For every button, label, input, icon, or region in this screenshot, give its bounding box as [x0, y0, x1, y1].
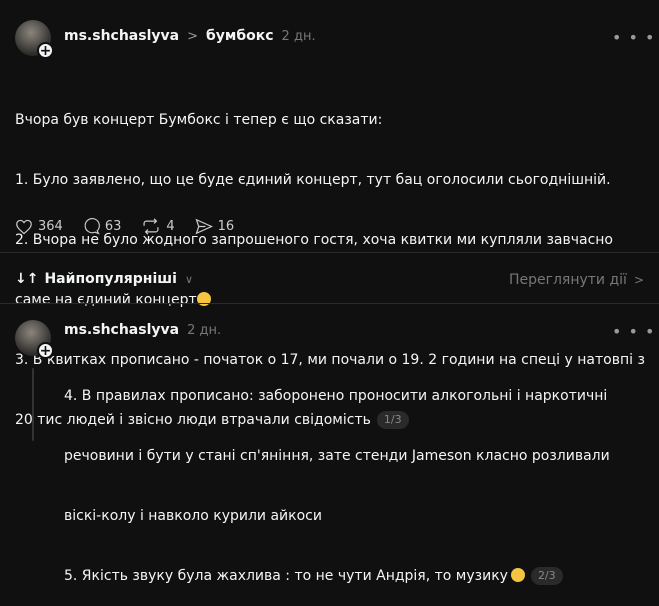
- reply-avatar[interactable]: +: [15, 320, 54, 359]
- chevron-down-icon: ∨: [184, 272, 193, 286]
- likes-count: 364: [38, 219, 63, 234]
- reply-line: 5. Якість звуку була жахлива : то не чут…: [64, 568, 508, 584]
- sort-dropdown[interactable]: ↓↑ Найпопулярніші ∨: [15, 271, 193, 287]
- comments-count: 63: [104, 219, 122, 234]
- repost-icon: [143, 218, 159, 235]
- divider: [0, 252, 659, 253]
- post-line: Вчора був концерт Бумбокс і тепер є що с…: [15, 112, 383, 128]
- heart-icon: [16, 219, 32, 234]
- repost-button[interactable]: 4: [141, 218, 175, 235]
- post-time: 2 дн.: [281, 29, 316, 44]
- reply-text: 4. В правилах прописано: заборонено прон…: [64, 346, 649, 606]
- reply-pager: 2/3: [530, 567, 563, 585]
- view-activity-label: Переглянути дії: [508, 272, 627, 288]
- avatar[interactable]: +: [15, 20, 54, 59]
- share-button[interactable]: 16: [195, 218, 235, 235]
- follow-plus-icon[interactable]: +: [37, 42, 54, 59]
- disappointed-emoji-icon: [510, 568, 525, 582]
- view-activity-link[interactable]: Переглянути дії >: [509, 272, 644, 288]
- more-icon[interactable]: • • •: [612, 28, 655, 47]
- sort-arrows-icon: ↓↑: [15, 271, 39, 287]
- reply-username[interactable]: ms.shchaslyva: [64, 322, 179, 338]
- reply-header: ms.shchaslyva 2 дн.: [64, 322, 221, 338]
- reply-line: 4. В правилах прописано: заборонено прон…: [64, 388, 608, 404]
- divider: [0, 303, 659, 304]
- chevron-right-icon: >: [187, 29, 198, 44]
- more-icon[interactable]: • • •: [612, 322, 655, 341]
- action-bar: 364 63 4 16: [15, 218, 234, 235]
- post-line: 1. Було заявлено, що це буде єдиний конц…: [15, 172, 611, 188]
- thread-line: [32, 368, 34, 441]
- shares-count: 16: [217, 219, 235, 234]
- post-header: ms.shchaslyva > бумбокс 2 дн.: [64, 28, 316, 44]
- follow-plus-icon[interactable]: +: [37, 342, 54, 359]
- like-button[interactable]: 364: [15, 218, 63, 235]
- comment-button[interactable]: 63: [83, 218, 122, 235]
- comment-icon: [84, 218, 100, 235]
- reply-line: віскі-колу і навколо курили айкоси: [64, 508, 322, 524]
- reply-line: речовини і бути у стані сп'яніння, зате …: [64, 448, 610, 464]
- post-username[interactable]: ms.shchaslyva: [64, 28, 179, 44]
- chevron-right-icon: >: [633, 273, 644, 287]
- reposts-count: 4: [166, 219, 175, 234]
- reply-time: 2 дн.: [187, 323, 222, 338]
- community-name[interactable]: бумбокс: [206, 28, 274, 44]
- sort-label: Найпопулярніші: [44, 271, 177, 287]
- send-icon: [195, 218, 213, 235]
- post-line: саме на єдиний концерт: [15, 292, 197, 308]
